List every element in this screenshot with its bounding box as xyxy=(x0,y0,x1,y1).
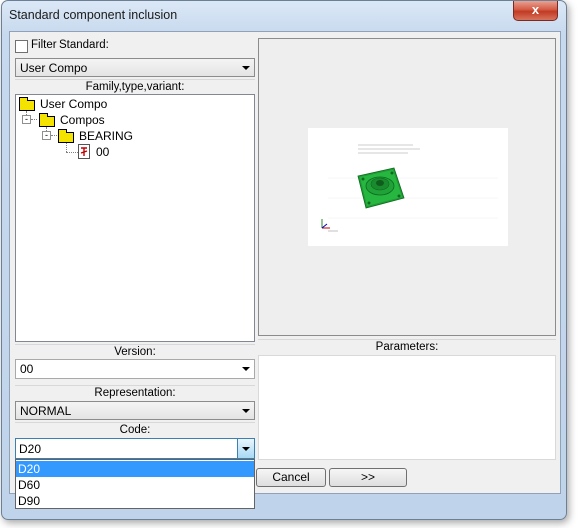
cancel-button[interactable]: Cancel xyxy=(256,468,326,487)
code-select[interactable]: D20 xyxy=(15,438,255,459)
tree-line xyxy=(31,119,37,120)
version-select-value: 00 xyxy=(20,362,34,376)
code-option[interactable]: D60 xyxy=(16,477,254,493)
chevron-down-icon xyxy=(242,66,250,70)
folder-icon xyxy=(19,97,35,111)
representation-select[interactable]: NORMAL xyxy=(15,401,255,420)
collapse-icon[interactable]: - xyxy=(42,131,51,140)
tree-node-bearing[interactable]: BEARING xyxy=(79,129,133,143)
folder-icon xyxy=(39,113,55,127)
parameters-grid[interactable] xyxy=(258,355,556,460)
tree-line xyxy=(66,152,78,153)
tree-node-variant[interactable]: 00 xyxy=(96,145,109,159)
code-option[interactable]: D20 xyxy=(16,461,254,477)
version-caption: Version: xyxy=(15,344,255,360)
part-icon xyxy=(78,144,90,159)
representation-caption: Representation: xyxy=(15,385,255,401)
preview-image xyxy=(308,128,508,246)
tree-node-user-compo[interactable]: User Compo xyxy=(40,97,107,111)
chevron-down-icon xyxy=(242,409,250,413)
tree-line xyxy=(51,135,57,136)
standard-select[interactable]: User Compo xyxy=(15,58,255,77)
standard-label: Standard: xyxy=(59,39,109,51)
parameters-caption: Parameters: xyxy=(258,339,556,355)
chevron-down-icon[interactable] xyxy=(237,439,254,458)
tree-caption: Family,type,variant: xyxy=(15,79,255,95)
window-title: Standard component inclusion xyxy=(9,8,178,22)
standard-select-value: User Compo xyxy=(20,61,88,75)
code-dropdown-list: D20 D60 D90 xyxy=(15,459,255,509)
tree-node-compos[interactable]: Compos xyxy=(60,113,105,127)
tree-line xyxy=(66,143,67,152)
code-caption: Code: xyxy=(15,422,255,438)
code-option[interactable]: D90 xyxy=(16,493,254,509)
folder-icon xyxy=(58,129,74,143)
filter-checkbox[interactable] xyxy=(15,40,28,53)
close-icon: x xyxy=(531,2,540,17)
family-tree[interactable]: User Compo - Compos - BEARING 00 xyxy=(15,94,255,342)
collapse-icon[interactable]: - xyxy=(22,115,31,124)
chevron-down-icon xyxy=(242,367,250,371)
representation-select-value: NORMAL xyxy=(20,404,72,418)
version-select[interactable]: 00 xyxy=(15,359,255,379)
next-button[interactable]: >> xyxy=(329,468,407,487)
code-select-value: D20 xyxy=(19,442,42,456)
close-button[interactable]: x xyxy=(513,1,558,21)
filter-label: Filter xyxy=(31,39,57,51)
